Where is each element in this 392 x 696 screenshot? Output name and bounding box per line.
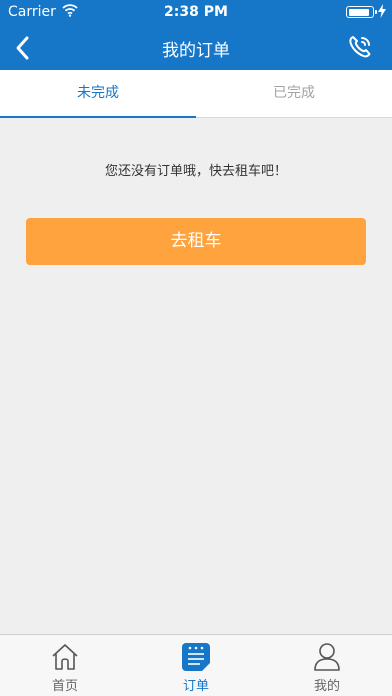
- orders-icon: [180, 641, 212, 673]
- phone-icon: [346, 36, 374, 65]
- battery-level: [348, 8, 370, 16]
- order-tabs: 未完成 已完成: [0, 70, 392, 118]
- tab-completed[interactable]: 已完成: [196, 70, 392, 118]
- tab-incomplete[interactable]: 未完成: [0, 70, 196, 118]
- status-time: 2:38 PM: [164, 4, 228, 20]
- tab-completed-label: 已完成: [273, 85, 315, 101]
- empty-state-message: 您还没有订单哦，快去租车吧！: [104, 164, 287, 179]
- page-title: 我的订单: [162, 41, 230, 61]
- profile-icon: [311, 641, 343, 673]
- tab-incomplete-label: 未完成: [77, 85, 119, 101]
- home-icon: [49, 641, 81, 673]
- tabbar-orders[interactable]: 订单: [131, 635, 261, 696]
- charging-icon: [378, 4, 386, 22]
- call-button[interactable]: [346, 33, 374, 61]
- tab-indicator: [0, 116, 196, 118]
- rent-car-button[interactable]: 去租车: [26, 218, 366, 265]
- battery-icon: [346, 6, 377, 18]
- tabbar-profile[interactable]: 我的: [262, 635, 392, 696]
- battery-nub: [375, 10, 377, 14]
- header: Carrier 2:38 PM 我的订单: [0, 0, 392, 70]
- tabbar-profile-label: 我的: [313, 679, 340, 694]
- status-bar: Carrier 2:38 PM: [0, 0, 392, 24]
- tabbar-home-label: 首页: [51, 679, 78, 694]
- tabbar-orders-label: 订单: [182, 679, 209, 694]
- tabbar-home[interactable]: 首页: [0, 635, 130, 696]
- tab-bar: 首页 订单 我的: [0, 634, 392, 696]
